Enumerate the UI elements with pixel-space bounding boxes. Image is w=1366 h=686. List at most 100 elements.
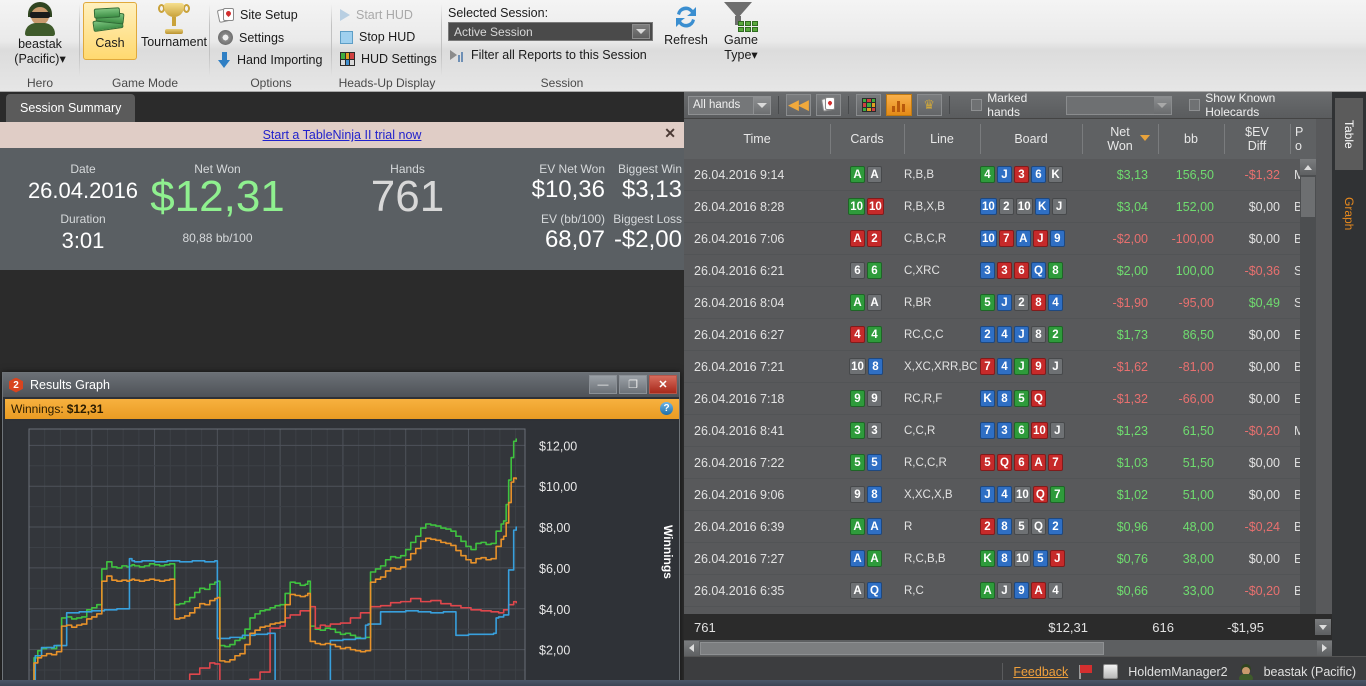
trophy-icon: ♛ (923, 97, 935, 112)
start-hud-button[interactable]: Start HUD (340, 8, 413, 22)
table-row[interactable]: 26.04.2016 6:39AAR285Q2$0,9648,00-$0,24B… (684, 511, 1316, 543)
results-chart: $0,00$2,00$4,00$6,00$8,00$10,00$12,00 Wi… (7, 421, 677, 686)
ribbon-group-hero: beastak (Pacific)▾ Hero (0, 0, 80, 92)
table-row[interactable]: 26.04.2016 7:21 10 8 X,XC,XRR,BC 7 4 J 9 J -$1,62… (684, 351, 1316, 383)
column-header-time[interactable]: Time (684, 119, 830, 159)
site-setup-button[interactable]: Site Setup (216, 7, 298, 24)
cell-board: 10 7 A J 9 (980, 230, 1082, 247)
cell-time: 26.04.2016 8:41 (694, 423, 785, 438)
table-row[interactable]: 26.04.2016 8:28 10 10 R,B,X,B 10 2 10 K J $3,04 15… (684, 191, 1316, 223)
cell-hole-cards: 98 (830, 486, 904, 503)
replay-hand-button[interactable] (816, 94, 842, 116)
scroll-down-button[interactable] (1315, 619, 1331, 635)
graph-view-button[interactable] (886, 94, 912, 116)
table-row[interactable]: 26.04.2016 8:04 A A R,BR 5 J 2 8 4 -$1,90 -95,00 $0… (684, 287, 1316, 319)
close-button[interactable]: ✕ (649, 375, 677, 394)
card: 10 (980, 230, 997, 247)
settings-button[interactable]: Settings (218, 30, 284, 45)
table-row[interactable]: 26.04.2016 7:18 9 9 RC,R,F K 8 5 Q -$1,32 -66,00 $… (684, 383, 1316, 415)
hands-table-body[interactable]: 26.04.2016 9:14 A A R,B,B 4 J 3 6 K $3,13 156,50 -$… (684, 159, 1316, 686)
vtab-table[interactable]: Table (1335, 98, 1363, 170)
cell-hole-cards: AA (830, 294, 904, 311)
grid-view-button[interactable] (856, 94, 882, 116)
svg-text:$8,00: $8,00 (539, 521, 570, 535)
column-header-position[interactable]: P o (1290, 119, 1316, 159)
card: 10 (1015, 198, 1033, 215)
table-row[interactable]: 26.04.2016 6:27 4 4 RC,C,C 2 4 J 8 2 $1,73 86,50 $0… (684, 319, 1316, 351)
column-header-line[interactable]: Line (904, 119, 980, 159)
graph-window-titlebar[interactable]: 2 Results Graph — ❐ ✕ (3, 373, 679, 397)
hscrollbar-thumb[interactable] (700, 641, 1104, 655)
game-type-caret-icon[interactable]: ▾ (751, 48, 757, 62)
session-select[interactable]: Active Session (448, 22, 653, 41)
stop-hud-button[interactable]: Stop HUD (340, 30, 415, 44)
hud-group-title: Heads-Up Display (338, 76, 436, 90)
column-header-cards[interactable]: Cards (830, 119, 904, 159)
table-row[interactable]: 26.04.2016 9:06 9 8 X,XC,X,B J 4 10 Q 7 $1,02 51,0… (684, 479, 1316, 511)
scroll-left-button[interactable] (684, 640, 699, 656)
card: Q (1031, 262, 1046, 279)
table-vertical-scrollbar[interactable] (1300, 159, 1316, 686)
hands-filter-select[interactable]: All hands (688, 95, 772, 115)
cash-button[interactable]: Cash (83, 2, 137, 60)
filter-reports-button[interactable]: Filter all Reports to this Session (450, 48, 647, 62)
table-row[interactable]: 26.04.2016 6:35 A Q R,C A J 9 A 4 $0,66 33,00 -$0,2… (684, 575, 1316, 607)
svg-text:$4,00: $4,00 (539, 603, 570, 617)
game-type-button[interactable]: Game Type▾ (716, 2, 766, 62)
scroll-right-button[interactable] (1317, 640, 1332, 656)
chevron-down-icon[interactable] (632, 24, 650, 39)
tab-session-summary[interactable]: Session Summary (6, 94, 136, 122)
table-row[interactable]: 26.04.2016 7:22 5 5 R,C,C,R 5 Q 6 A 7 $1,03 51,50 $… (684, 447, 1316, 479)
chevron-down-icon[interactable] (753, 96, 771, 114)
chevron-down-icon[interactable] (1153, 96, 1171, 114)
table-row[interactable]: 26.04.2016 7:06 A 2 C,B,C,R 10 7 A J 9 -$2,00 -100… (684, 223, 1316, 255)
column-header-board[interactable]: Board (980, 119, 1082, 159)
maximize-button[interactable]: ❐ (619, 375, 647, 394)
game-type-label-2: Type (724, 48, 752, 62)
hero-button[interactable]: beastak (Pacific)▾ (4, 2, 76, 66)
hero-caret-icon[interactable]: ▾ (59, 52, 65, 66)
card: 7 (998, 230, 1014, 247)
cell-time: 26.04.2016 9:06 (694, 487, 785, 502)
show-known-holecards-checkbox[interactable] (1188, 99, 1201, 111)
hand-importing-button[interactable]: Hand Importing (218, 52, 322, 68)
feedback-link[interactable]: Feedback (1013, 665, 1068, 679)
tournament-view-button[interactable]: ♛ (916, 94, 942, 116)
cell-hole-cards: 10 8 (830, 358, 904, 375)
start-hud-label: Start HUD (356, 8, 413, 22)
cell-hole-cards: 55 (830, 454, 904, 471)
options-group-title: Options (250, 76, 292, 90)
refresh-button[interactable]: Refresh (658, 2, 714, 47)
app-name: HoldemManager2 (1128, 664, 1228, 679)
cell-bb: 51,00 (1182, 487, 1214, 502)
card: 10 (867, 198, 884, 215)
close-icon[interactable]: ✕ (664, 125, 676, 142)
scrollbar-thumb[interactable] (1301, 177, 1315, 217)
hud-settings-button[interactable]: HUD Settings (340, 52, 437, 66)
table-row[interactable]: 26.04.2016 9:14 A A R,B,B 4 J 3 6 K $3,13 156,50 -$… (684, 159, 1316, 191)
column-header-net-won[interactable]: Net Won (1082, 119, 1158, 159)
table-row[interactable]: 26.04.2016 8:41 3 3 C,C,R 7 3 6 10 J $1,23 61,50 -$… (684, 415, 1316, 447)
column-header-bb[interactable]: bb (1158, 119, 1224, 159)
tournament-button[interactable]: Tournament (139, 2, 209, 49)
cell-net-won: $3,04 (1116, 199, 1148, 214)
table-row[interactable]: 26.04.2016 6:21 6 6 C,XRC 3 3 6 Q 8 $2,00 100,00 -$… (684, 255, 1316, 287)
vtab-graph[interactable]: Graph (1335, 178, 1363, 250)
rewind-button[interactable]: ◀◀ (786, 94, 812, 116)
stop-hud-label: Stop HUD (359, 30, 416, 44)
cell-net-won: $0,96 (1116, 519, 1148, 534)
help-icon[interactable]: ? (660, 402, 673, 415)
hud-settings-icon (340, 52, 355, 66)
marked-hands-select[interactable] (1065, 95, 1172, 115)
marked-hands-checkbox[interactable] (970, 99, 983, 111)
minimize-button[interactable]: — (589, 375, 617, 394)
cell-time: 26.04.2016 6:21 (694, 263, 785, 278)
tableninja-trial-link[interactable]: Start a TableNinja II trial now (263, 128, 422, 142)
table-horizontal-scrollbar[interactable] (684, 640, 1332, 656)
table-row[interactable]: 26.04.2016 7:27 A A R,C,B,B K 8 10 5 J $0,76 38,00… (684, 543, 1316, 575)
card: 8 (997, 518, 1012, 535)
scroll-up-button[interactable] (1300, 159, 1316, 175)
filter-chart-icon (450, 49, 465, 62)
window-buttons: — ❐ ✕ (589, 375, 677, 394)
column-header-ev-diff[interactable]: $EV Diff (1224, 119, 1290, 159)
